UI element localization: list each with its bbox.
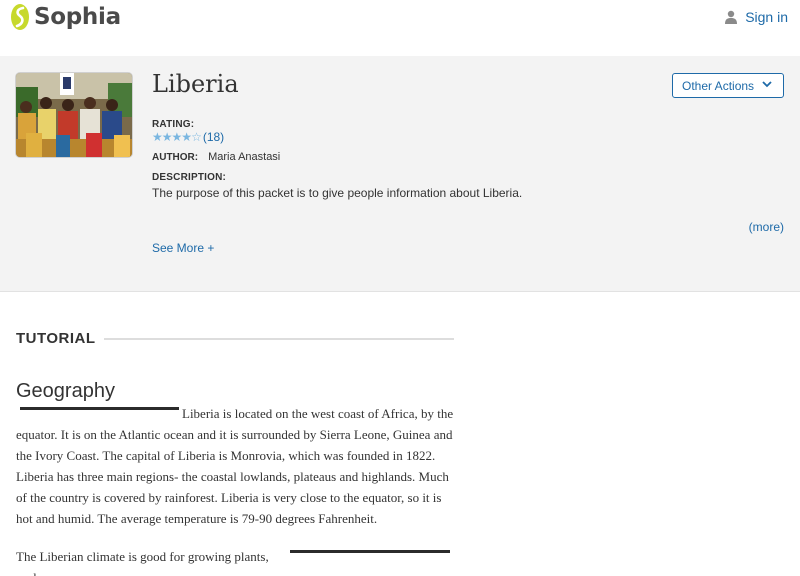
paragraph: Liberia is located on the west coast of … — [16, 406, 454, 526]
content-heading: Geography — [16, 380, 115, 402]
rating-stars: ★★★★☆ — [152, 130, 202, 144]
description-text: The purpose of this packet is to give pe… — [152, 186, 523, 200]
top-navigation: Sophia Sign in — [0, 0, 800, 56]
resource-thumbnail — [16, 73, 132, 157]
star-icon: ★ — [161, 130, 173, 144]
star-icon: ★ — [181, 130, 192, 144]
paragraph-rule — [290, 550, 450, 553]
author-row: AUTHOR: Maria Anastasi — [152, 151, 280, 163]
more-link[interactable]: (more) — [749, 220, 784, 234]
sign-in-link[interactable]: Sign in — [725, 9, 788, 25]
divider — [103, 337, 454, 340]
author-name: Maria Anastasi — [208, 151, 281, 163]
other-actions-label: Other Actions — [682, 78, 755, 93]
section-label: TUTORIAL — [16, 330, 96, 347]
sophia-logo[interactable]: Sophia — [10, 3, 121, 31]
star-icon: ★ — [152, 130, 163, 144]
other-actions-dropdown[interactable]: Other Actions — [672, 73, 784, 98]
resource-title: Liberia — [152, 70, 239, 98]
rating[interactable]: ★★★★☆ (18) — [152, 130, 224, 144]
star-icon: ★ — [171, 130, 183, 144]
paragraph: The Liberian climate is good for growing… — [16, 549, 269, 576]
sign-in-label: Sign in — [745, 9, 788, 25]
see-more-link[interactable]: See More + — [152, 241, 214, 255]
person-icon — [725, 10, 738, 24]
rating-count[interactable]: (18) — [203, 130, 224, 144]
star-empty-icon: ☆ — [191, 130, 202, 144]
brand-name: Sophia — [34, 4, 121, 30]
chevron-down-icon — [762, 81, 772, 88]
sophia-logo-icon — [11, 4, 29, 30]
tutorial-section-header: TUTORIAL — [16, 330, 454, 347]
resource-summary: Liberia Other Actions RATING: ★★★★☆ (18)… — [0, 56, 800, 292]
author-label: AUTHOR: — [152, 152, 199, 163]
description-label: DESCRIPTION: — [152, 172, 227, 183]
rating-label: RATING: — [152, 119, 195, 130]
